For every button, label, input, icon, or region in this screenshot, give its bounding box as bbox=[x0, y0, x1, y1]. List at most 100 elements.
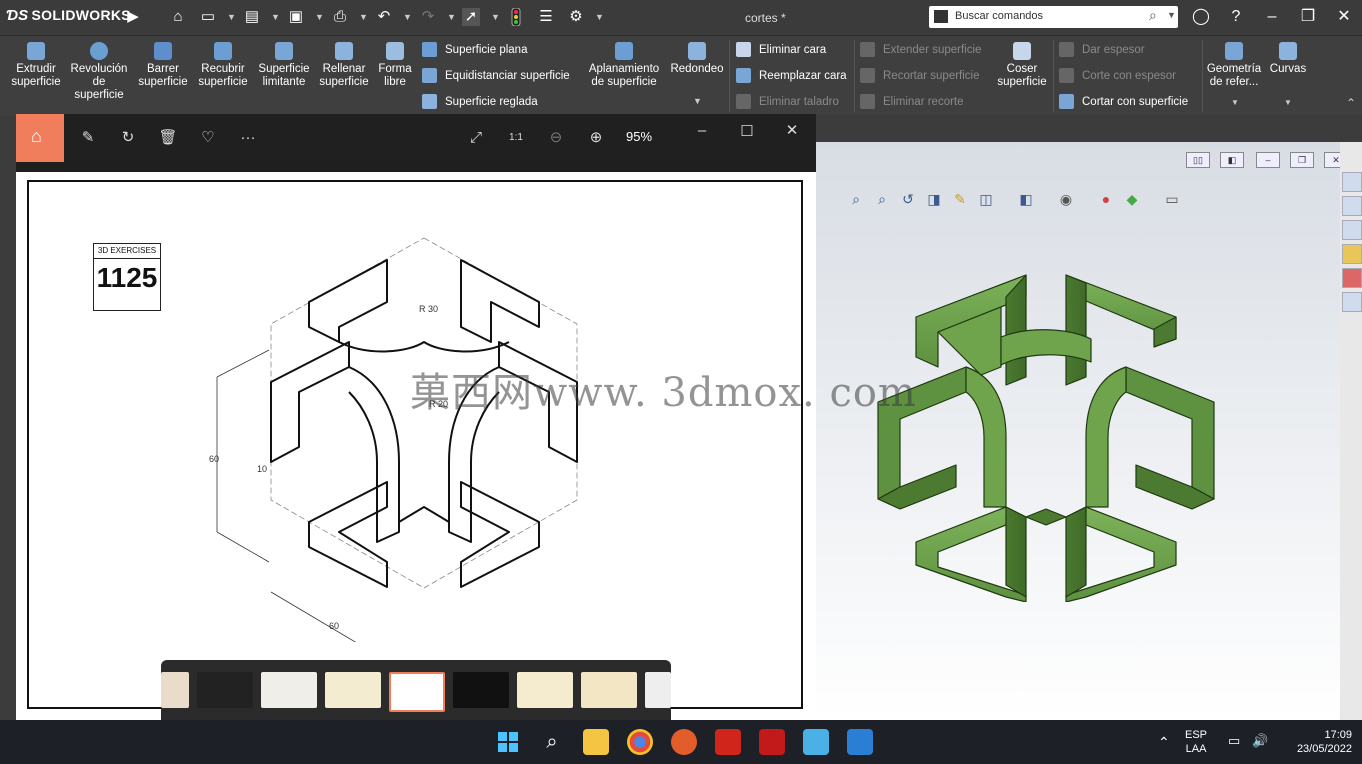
view-orientation-icon[interactable]: ◫ bbox=[976, 190, 996, 208]
save-icon[interactable]: ▣ bbox=[287, 8, 305, 26]
viewport-restore-icon[interactable]: ❐ bbox=[1290, 152, 1314, 168]
planar-surface-button[interactable]: Superficie plana bbox=[422, 39, 582, 61]
freeform-button[interactable]: Forma libre bbox=[374, 36, 416, 89]
clock[interactable]: 17:09 23/05/2022 bbox=[1280, 728, 1352, 756]
zoom-out-icon[interactable]: ⊖ bbox=[546, 129, 566, 147]
reference-geometry-dropdown-icon[interactable]: ▼ bbox=[1231, 98, 1239, 107]
options-gear-icon[interactable]: ⚙ bbox=[567, 8, 585, 26]
filmstrip-thumbnail[interactable] bbox=[161, 672, 189, 708]
volume-icon[interactable]: 🔊 bbox=[1252, 733, 1268, 749]
sweep-surface-button[interactable]: Barrer superficie bbox=[134, 36, 192, 89]
task-pane-home-icon[interactable] bbox=[1342, 172, 1362, 192]
save-dropdown-icon[interactable]: ▼ bbox=[315, 10, 324, 24]
viewport-tile-icon[interactable]: ▯▯ bbox=[1186, 152, 1210, 168]
zoom-level[interactable]: 95% bbox=[626, 129, 652, 144]
fill-surface-button[interactable]: Rellenar superficie bbox=[316, 36, 372, 89]
extend-surface-button[interactable]: Extender superficie bbox=[860, 39, 990, 61]
print-dropdown-icon[interactable]: ▼ bbox=[359, 10, 368, 24]
rotate-icon[interactable]: ↻ bbox=[118, 129, 138, 147]
edit-image-icon[interactable]: ✎ bbox=[78, 129, 98, 147]
collapse-ribbon-icon[interactable]: ⌃ bbox=[1346, 96, 1356, 110]
viewport-minimize-icon[interactable]: – bbox=[1256, 152, 1280, 168]
chrome-icon[interactable] bbox=[627, 729, 653, 755]
reference-geometry-button[interactable]: Geometría de refer... bbox=[1205, 36, 1263, 89]
file-properties-icon[interactable]: ☰ bbox=[537, 8, 555, 26]
thickened-cut-button[interactable]: Corte con espesor bbox=[1059, 65, 1199, 87]
file-explorer-icon[interactable] bbox=[583, 729, 609, 755]
select-dropdown-icon[interactable]: ▼ bbox=[491, 10, 500, 24]
file-explorer-icon[interactable] bbox=[1342, 220, 1362, 240]
restore-button[interactable]: ❐ bbox=[1296, 6, 1320, 28]
curves-button[interactable]: Curvas bbox=[1266, 36, 1310, 76]
open-icon[interactable]: ▤ bbox=[243, 8, 261, 26]
edit-appearance-icon[interactable]: ● bbox=[1096, 190, 1116, 208]
untrim-surface-button[interactable]: Eliminar recorte bbox=[860, 91, 990, 113]
favorite-heart-icon[interactable]: ♡ bbox=[198, 129, 218, 147]
view-palette-icon[interactable] bbox=[1342, 244, 1362, 264]
loft-surface-button[interactable]: Recubrir superficie bbox=[194, 36, 252, 89]
curves-dropdown-icon[interactable]: ▼ bbox=[1284, 98, 1292, 107]
help-icon[interactable]: ? bbox=[1224, 6, 1248, 28]
image-canvas[interactable]: 3D EXERCISES 1125 60 10 R 30 R 20 60 bbox=[16, 172, 816, 720]
select-cursor-icon[interactable]: ➚ bbox=[462, 8, 480, 26]
ruled-surface-button[interactable]: Superficie reglada bbox=[422, 91, 582, 113]
print-icon[interactable]: ⎙ bbox=[331, 8, 349, 26]
search-dropdown-icon[interactable]: ▼ bbox=[1167, 10, 1176, 20]
delete-hole-button[interactable]: Eliminar taladro bbox=[736, 91, 852, 113]
display-style-icon[interactable]: ◧ bbox=[1016, 190, 1036, 208]
pdf-reader-icon[interactable] bbox=[715, 729, 741, 755]
undo-dropdown-icon[interactable]: ▼ bbox=[403, 10, 412, 24]
ribbon-expand-icon[interactable]: ▼ bbox=[693, 96, 702, 106]
view-settings-icon[interactable]: ▭ bbox=[1162, 190, 1182, 208]
section-view-icon[interactable]: ◨ bbox=[924, 190, 944, 208]
expand-arrow-icon[interactable]: ▶ bbox=[124, 8, 142, 26]
more-options-icon[interactable]: ··· bbox=[238, 129, 258, 147]
zoom-to-fit-icon[interactable]: ⌕ bbox=[846, 190, 866, 208]
hide-show-items-icon[interactable]: ◉ bbox=[1056, 190, 1076, 208]
zoom-in-icon[interactable]: ⊕ bbox=[586, 129, 606, 147]
actual-size-icon[interactable]: 1:1 bbox=[506, 129, 526, 147]
undo-icon[interactable]: ↶ bbox=[375, 8, 393, 26]
redo-dropdown-icon[interactable]: ▼ bbox=[447, 10, 456, 24]
photos-icon[interactable] bbox=[847, 729, 873, 755]
extrude-surface-button[interactable]: Extrudir superficie bbox=[6, 36, 66, 89]
flatten-surface-button[interactable]: Aplanamiento de superficie bbox=[584, 36, 664, 89]
revolve-surface-button[interactable]: Revolución de superficie bbox=[68, 36, 130, 102]
thicken-button[interactable]: Dar espesor bbox=[1059, 39, 1199, 61]
filmstrip-thumbnail[interactable] bbox=[197, 672, 253, 708]
redo-icon[interactable]: ↷ bbox=[419, 8, 437, 26]
show-hidden-icons-icon[interactable]: ⌃ bbox=[1158, 734, 1170, 751]
filmstrip-thumbnail[interactable] bbox=[325, 672, 381, 708]
knit-surface-button[interactable]: Coser superficie bbox=[994, 36, 1050, 89]
3d-graphics-area[interactable]: ▯▯ ◧ – ❐ ✕ ⌕ ⌕ ↺ ◨ ✎ ◫ ◧ ◉ ● ◆ ▭ bbox=[816, 142, 1348, 720]
open-dropdown-icon[interactable]: ▼ bbox=[271, 10, 280, 24]
minimize-button[interactable]: – bbox=[1260, 6, 1284, 28]
cut-with-surface-button[interactable]: Cortar con superficie bbox=[1059, 91, 1199, 113]
solidworks-2021-icon[interactable] bbox=[759, 729, 785, 755]
options-dropdown-icon[interactable]: ▼ bbox=[595, 10, 604, 24]
start-windows-icon[interactable] bbox=[495, 729, 521, 755]
viewer-home-button[interactable]: ⌂ bbox=[16, 114, 64, 162]
filmstrip-thumbnail[interactable] bbox=[453, 672, 509, 708]
search-icon[interactable]: ⌕ bbox=[1149, 7, 1157, 24]
user-account-icon[interactable]: ◯ bbox=[1189, 6, 1213, 28]
viewer-maximize-button[interactable]: ☐ bbox=[737, 123, 757, 141]
filmstrip-thumbnail[interactable] bbox=[261, 672, 317, 708]
filmstrip-thumbnail[interactable] bbox=[581, 672, 637, 708]
notepad-icon[interactable] bbox=[803, 729, 829, 755]
language-indicator[interactable]: ESP LAA bbox=[1185, 728, 1207, 756]
close-button[interactable]: ✕ bbox=[1332, 6, 1356, 28]
custom-properties-icon[interactable] bbox=[1342, 292, 1362, 312]
replace-face-button[interactable]: Reemplazar cara bbox=[736, 65, 852, 87]
home-icon[interactable]: ⌂ bbox=[169, 8, 187, 26]
offset-surface-button[interactable]: Equidistanciar superficie bbox=[422, 65, 582, 87]
dynamic-annotation-icon[interactable]: ✎ bbox=[950, 190, 970, 208]
filmstrip[interactable] bbox=[161, 660, 671, 720]
viewer-minimize-button[interactable]: – bbox=[692, 122, 712, 140]
new-document-icon[interactable]: ▭ bbox=[199, 8, 217, 26]
design-library-icon[interactable] bbox=[1342, 196, 1362, 216]
viewer-close-button[interactable]: ✕ bbox=[782, 122, 802, 140]
boundary-surface-button[interactable]: Superficie limitante bbox=[254, 36, 314, 89]
network-icon[interactable]: ▭ bbox=[1228, 733, 1240, 749]
search-icon[interactable]: ⌕ bbox=[539, 729, 565, 755]
